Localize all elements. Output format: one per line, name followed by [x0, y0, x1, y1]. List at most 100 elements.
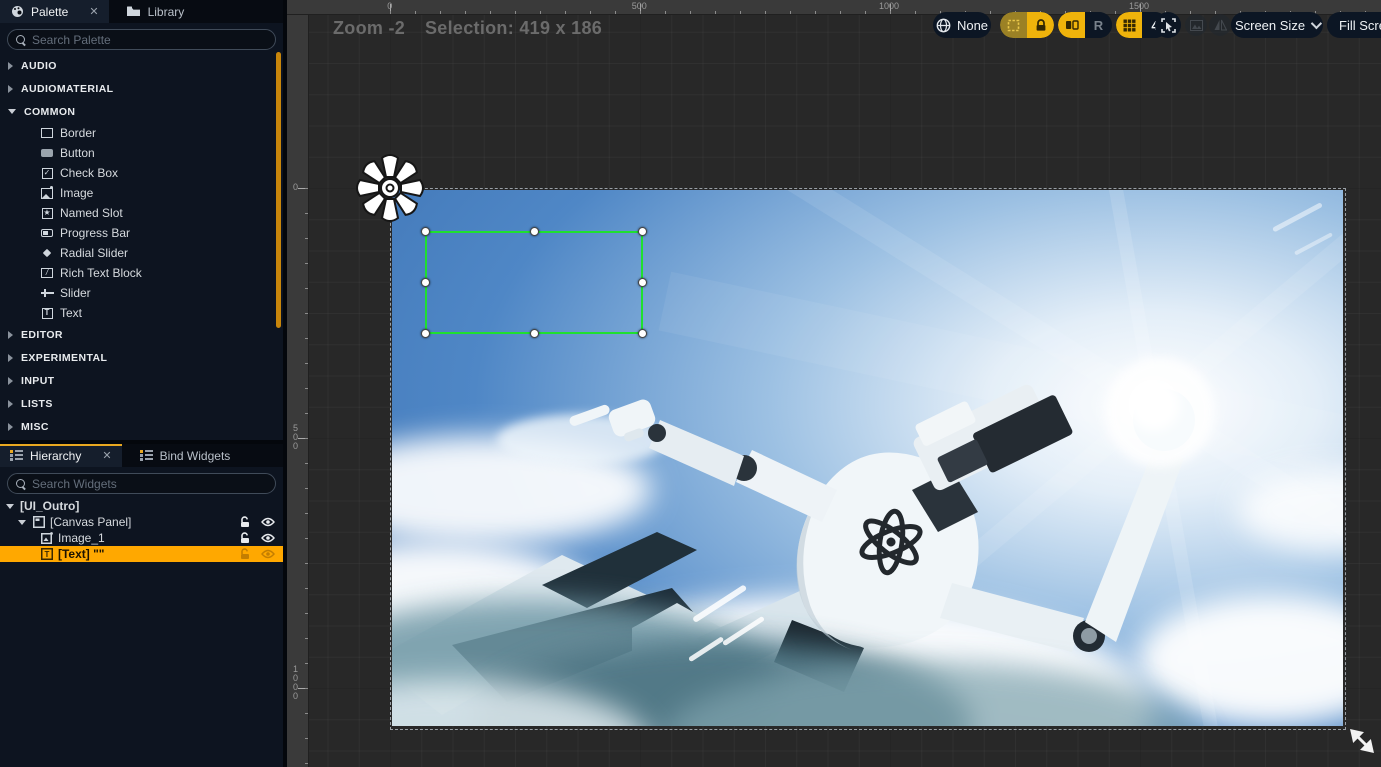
unlock-icon[interactable]: [239, 548, 251, 560]
resize-handle-nw[interactable]: [421, 227, 430, 236]
palette-search-input[interactable]: [32, 33, 267, 47]
tab-hierarchy-label: Hierarchy: [30, 449, 81, 463]
lock-icon: [1035, 19, 1047, 32]
screen-size-label: Screen Size: [1235, 18, 1305, 33]
canvas-resize-handle[interactable]: [1350, 729, 1374, 753]
palette-scrollbar[interactable]: [276, 52, 281, 328]
tree-row-ui-outro[interactable]: [UI_Outro]: [0, 498, 283, 514]
palette-item-slider[interactable]: Slider: [0, 283, 283, 303]
ruler-vertical: 0 500 1000: [287, 15, 309, 767]
visibility-eye-icon[interactable]: [261, 517, 275, 527]
fill-screen-button[interactable]: Fill Screen: [1327, 12, 1381, 38]
hierarchy-search-input[interactable]: [32, 477, 267, 491]
resize-handle-n[interactable]: [530, 227, 539, 236]
tree-row-label: [Canvas Panel]: [50, 515, 131, 529]
selection-rect[interactable]: [425, 231, 643, 334]
chevron-right-icon: [8, 62, 13, 70]
palette-item-label: Button: [60, 146, 95, 160]
hierarchy-icon: [10, 450, 23, 461]
palette-item-label: Radial Slider: [60, 246, 128, 260]
flip-preview-button[interactable]: [1058, 12, 1085, 38]
chevron-right-icon: [8, 331, 13, 339]
tree-row-label: [Text] "": [58, 547, 105, 561]
tab-library[interactable]: Library: [117, 0, 195, 23]
zoom-to-fit-button[interactable]: [1155, 12, 1181, 38]
fill-screen-label: Fill Screen: [1339, 18, 1381, 33]
visibility-eye-icon[interactable]: [261, 549, 275, 559]
tree-row-image-1[interactable]: Image_1: [0, 530, 283, 546]
palette-category-editor[interactable]: EDITOR: [0, 323, 283, 346]
palette-item-label: Progress Bar: [60, 226, 130, 240]
marquee-cursor-icon: [1161, 18, 1176, 33]
palette-item-named-slot[interactable]: ★ Named Slot: [0, 203, 283, 223]
palette-item-border[interactable]: Border: [0, 123, 283, 143]
ruler-tick-label: 0: [292, 183, 299, 192]
palette-category-lists[interactable]: LISTS: [0, 392, 283, 415]
text-icon: T: [40, 547, 54, 561]
palette-item-progress-bar[interactable]: Progress Bar: [0, 223, 283, 243]
tree-row-text-selected[interactable]: T [Text] "": [0, 546, 283, 562]
hierarchy-panel: Hierarchy ✕ Bind Widgets: [0, 444, 283, 767]
flip-respect-group: R: [1058, 12, 1112, 38]
palette-category-experimental[interactable]: EXPERIMENTAL: [0, 346, 283, 369]
palette-category-audiomaterial[interactable]: AUDIOMATERIAL: [0, 77, 283, 100]
tab-library-label: Library: [148, 5, 185, 19]
palette-item-button[interactable]: Button: [0, 143, 283, 163]
button-icon: [40, 146, 54, 160]
tree-row-canvas-panel[interactable]: [Canvas Panel]: [0, 514, 283, 530]
palette-search[interactable]: [7, 29, 276, 50]
resize-handle-w[interactable]: [421, 278, 430, 287]
palette-category-input[interactable]: INPUT: [0, 369, 283, 392]
screen-size-dropdown[interactable]: Screen Size: [1231, 12, 1323, 38]
mirror-triangles-icon: [1214, 19, 1227, 31]
hierarchy-search[interactable]: [7, 473, 276, 494]
rich-text-icon: /: [40, 266, 54, 280]
resize-handle-se[interactable]: [638, 329, 647, 338]
palette-item-text[interactable]: T Text: [0, 303, 283, 323]
resize-handle-ne[interactable]: [638, 227, 647, 236]
preview-image-button[interactable]: [1185, 14, 1207, 36]
tree-row-label: Image_1: [58, 531, 105, 545]
close-icon[interactable]: ✕: [89, 5, 98, 18]
resize-handle-s[interactable]: [530, 329, 539, 338]
lock-widgets-button[interactable]: [1027, 12, 1054, 38]
palette-item-check-box[interactable]: ✓ Check Box: [0, 163, 283, 183]
localization-preview-button[interactable]: R: [1085, 12, 1112, 38]
mirror-preview-button[interactable]: [1209, 14, 1231, 36]
grid-snap-button[interactable]: [1116, 12, 1142, 38]
ruler-tick-label: 500: [632, 1, 647, 11]
palette-item-radial-slider[interactable]: Radial Slider: [0, 243, 283, 263]
ruler-tick-label: 0: [387, 1, 392, 11]
category-label: AUDIO: [21, 60, 57, 72]
palette-category-common[interactable]: COMMON: [0, 100, 283, 123]
visibility-eye-icon[interactable]: [261, 533, 275, 543]
category-label: COMMON: [24, 106, 75, 118]
image-mountains-icon: [1190, 20, 1203, 31]
chevron-right-icon: [8, 85, 13, 93]
ruler-tick-label: 1000: [879, 1, 899, 11]
preview-background-button[interactable]: None: [933, 12, 991, 38]
chevron-right-icon: [8, 400, 13, 408]
close-icon[interactable]: ✕: [102, 449, 111, 462]
palette-category-misc[interactable]: MISC: [0, 415, 283, 438]
ruler-horizontal: 0 500 1000 1500: [287, 0, 1381, 15]
palette-item-image[interactable]: Image: [0, 183, 283, 203]
tab-hierarchy[interactable]: Hierarchy ✕: [0, 444, 122, 467]
palette-item-rich-text-block[interactable]: / Rich Text Block: [0, 263, 283, 283]
resize-handle-e[interactable]: [638, 278, 647, 287]
chevron-down-icon: [6, 504, 14, 509]
chevron-right-icon: [8, 423, 13, 431]
flip-layout-icon: [1065, 19, 1079, 31]
show-outlines-button[interactable]: [1000, 12, 1027, 38]
hierarchy-tree: [UI_Outro] [Canvas Panel]: [0, 498, 283, 562]
palette-category-audio[interactable]: AUDIO: [0, 54, 283, 77]
tab-palette[interactable]: Palette ✕: [0, 0, 109, 23]
resize-handle-sw[interactable]: [421, 329, 430, 338]
category-label: INPUT: [21, 375, 55, 387]
chevron-right-icon: [8, 354, 13, 362]
tab-bind-widgets[interactable]: Bind Widgets: [130, 444, 241, 467]
unlock-icon[interactable]: [239, 532, 251, 544]
anchor-widget-icon[interactable]: [355, 153, 425, 223]
unlock-icon[interactable]: [239, 516, 251, 528]
grid-icon: [1123, 19, 1136, 32]
